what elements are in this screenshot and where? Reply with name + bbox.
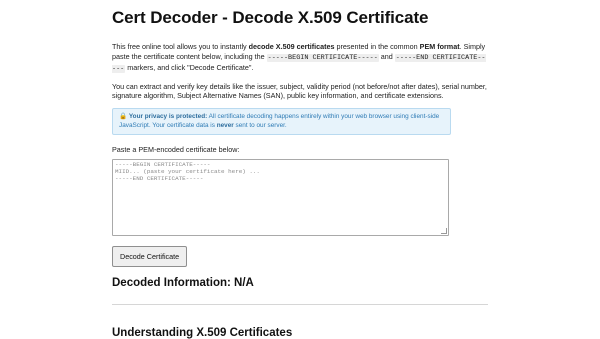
lock-icon: 🔒 xyxy=(119,112,128,120)
pem-textarea[interactable]: -----BEGIN CERTIFICATE----- MIID... (pas… xyxy=(112,159,449,237)
decoded-info-heading: Decoded Information: N/A xyxy=(112,277,254,290)
extract-paragraph: You can extract and verify key details l… xyxy=(112,81,487,101)
understanding-heading: Understanding X.509 Certificates xyxy=(112,327,293,339)
begin-marker-code: -----BEGIN CERTIFICATE----- xyxy=(266,53,379,62)
decode-certificate-button[interactable]: Decode Certificate xyxy=(112,246,188,268)
paste-label: Paste a PEM-encoded certificate below: xyxy=(112,145,240,155)
privacy-notice: 🔒 Your privacy is protected: All certifi… xyxy=(112,107,451,136)
resize-handle-icon[interactable] xyxy=(441,228,447,235)
page-title: Cert Decoder - Decode X.509 Certificate xyxy=(112,8,429,27)
intro-paragraph: This free online tool allows you to inst… xyxy=(112,42,486,74)
page-content: Cert Decoder - Decode X.509 Certificate … xyxy=(112,0,488,339)
textarea-placeholder: -----BEGIN CERTIFICATE----- MIID... (pas… xyxy=(115,161,260,182)
divider xyxy=(112,304,488,306)
